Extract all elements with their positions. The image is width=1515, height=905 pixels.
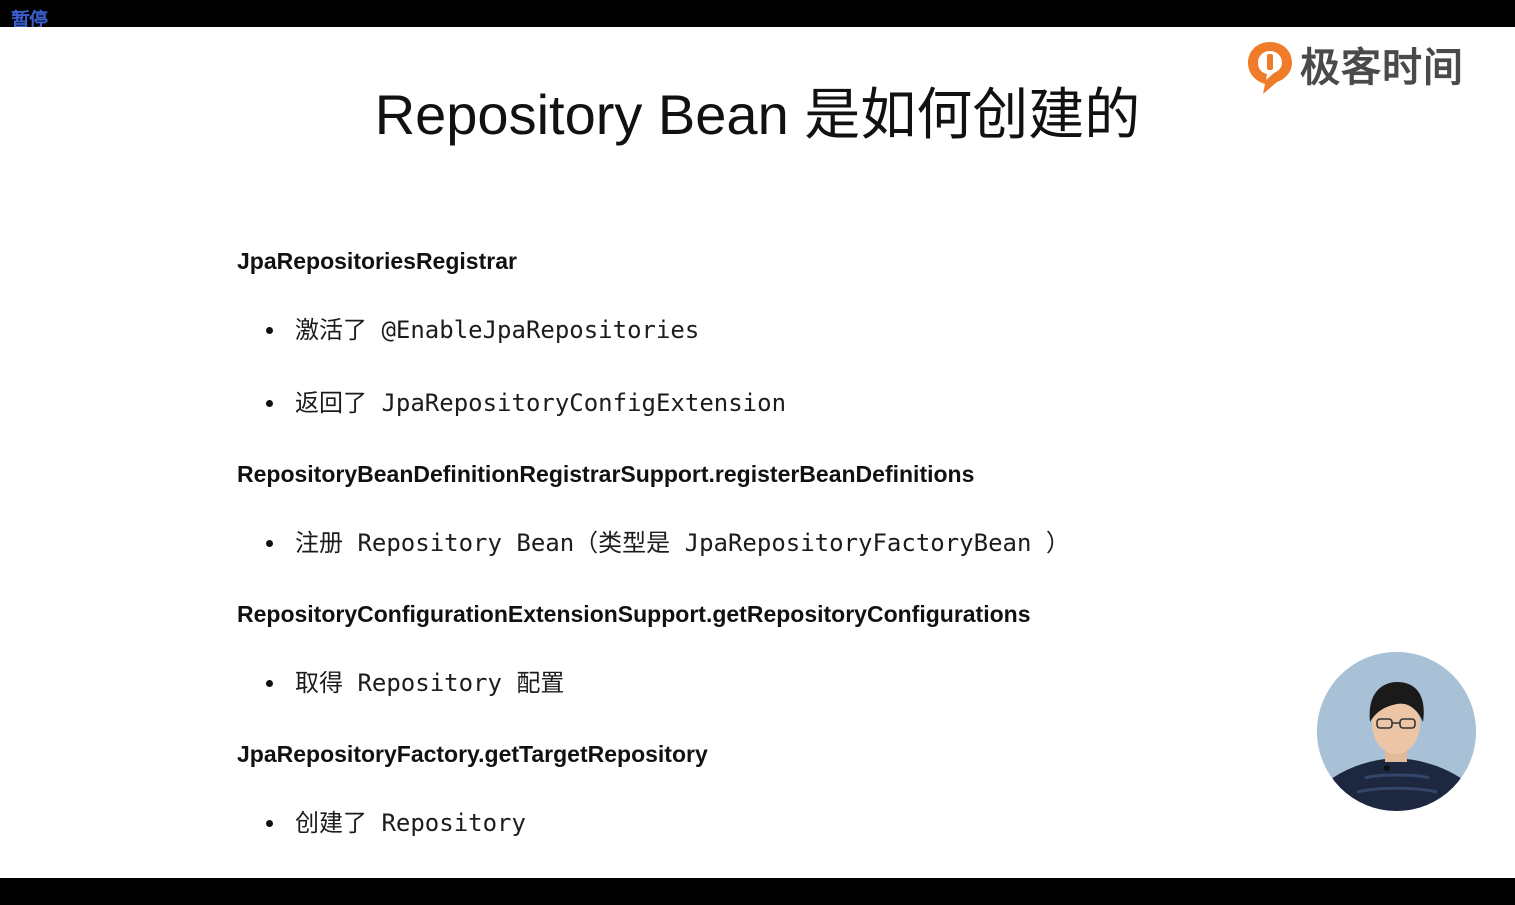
section-heading-register-bean-definitions: RepositoryBeanDefinitionRegistrarSupport… xyxy=(237,461,975,487)
video-top-bar: 暂停 xyxy=(0,0,1515,31)
bullet-text: 激活了 @EnableJpaRepositories xyxy=(295,316,700,344)
slide-title: Repository Bean 是如何创建的 xyxy=(374,83,1141,146)
section-heading-get-repository-configurations: RepositoryConfigurationExtensionSupport.… xyxy=(237,601,1031,627)
bullet-dot-icon xyxy=(266,819,273,827)
bullet-item: 激活了 @EnableJpaRepositories xyxy=(266,313,699,347)
bullet-text: 返回了 JpaRepositoryConfigExtension xyxy=(295,389,787,417)
bullet-text: 注册 Repository Bean（类型是 JpaRepositoryFact… xyxy=(295,529,1070,557)
presenter-figure-icon xyxy=(1317,652,1476,811)
bullet-item: 创建了 Repository xyxy=(266,806,526,840)
bullet-item: 注册 Repository Bean（类型是 JpaRepositoryFact… xyxy=(266,526,1070,560)
section-heading-jpa-repositories-registrar: JpaRepositoriesRegistrar xyxy=(237,248,517,274)
presenter-webcam-avatar xyxy=(1317,652,1476,811)
bullet-dot-icon xyxy=(266,679,273,687)
bullet-item: 返回了 JpaRepositoryConfigExtension xyxy=(266,386,786,420)
bullet-item: 取得 Repository 配置 xyxy=(266,666,564,700)
bullet-dot-icon xyxy=(266,399,273,407)
bullet-text: 取得 Repository 配置 xyxy=(295,669,565,697)
video-bottom-bar xyxy=(0,878,1515,905)
bullet-dot-icon xyxy=(266,539,273,547)
slide-canvas xyxy=(0,27,1515,878)
section-heading-get-target-repository: JpaRepositoryFactory.getTargetRepository xyxy=(237,741,708,767)
bullet-dot-icon xyxy=(266,326,273,334)
bullet-text: 创建了 Repository xyxy=(295,809,526,837)
